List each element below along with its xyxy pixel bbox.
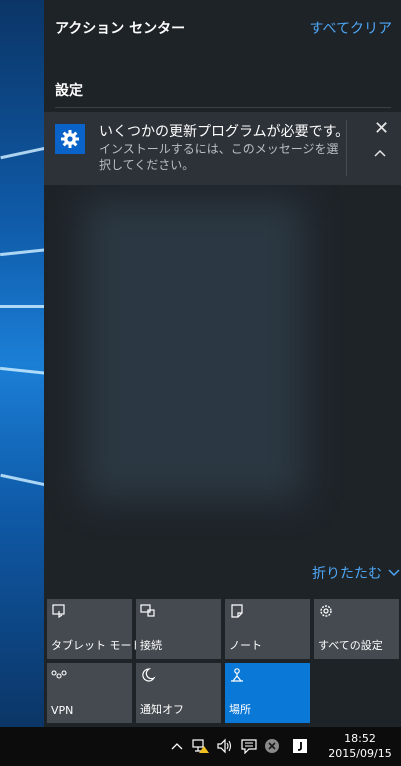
quick-action-vpn[interactable]: VPN xyxy=(47,663,132,723)
close-icon[interactable]: ✕ xyxy=(374,118,389,139)
wallpaper-beam xyxy=(0,143,44,160)
action-center-panel: アクション センター すべてクリア 設定 いくつかの更新プログラムが必要です。 … xyxy=(44,0,401,727)
panel-backdrop xyxy=(84,200,304,500)
chevron-up-icon[interactable] xyxy=(374,142,386,161)
quick-action-label: 通知オフ xyxy=(140,703,184,716)
quick-action-connect[interactable]: 接続 xyxy=(136,599,221,659)
note-icon xyxy=(231,604,243,618)
wallpaper-beam xyxy=(0,366,44,377)
close-circle-icon[interactable] xyxy=(264,737,280,755)
notification-card[interactable]: いくつかの更新プログラムが必要です。 インストールするには、このメッセージを選択… xyxy=(44,112,401,185)
quick-action-label: すべての設定 xyxy=(318,639,383,652)
wallpaper-beam xyxy=(0,246,44,257)
network-icon[interactable] xyxy=(192,737,210,755)
location-icon xyxy=(231,668,243,682)
desktop-background xyxy=(0,0,44,727)
connect-icon xyxy=(140,604,155,617)
gear-icon xyxy=(55,124,85,154)
quick-action-label: 接続 xyxy=(140,639,162,652)
taskbar: 18:52 2015/09/15 xyxy=(0,727,401,766)
tablet-mode-icon xyxy=(52,604,65,619)
quick-action-all-settings[interactable]: すべての設定 xyxy=(314,599,399,659)
clock-date: 2015/09/15 xyxy=(328,747,392,760)
collapse-label: 折りたたむ xyxy=(312,566,382,582)
vpn-icon xyxy=(51,670,67,679)
quick-action-quiet-hours[interactable]: 通知オフ xyxy=(136,663,221,723)
quick-action-tablet-mode[interactable]: タブレット モード xyxy=(47,599,143,659)
quick-action-note[interactable]: ノート xyxy=(225,599,310,659)
clear-all-link[interactable]: すべてクリア xyxy=(310,18,392,38)
notification-title: いくつかの更新プログラムが必要です。 xyxy=(99,124,350,140)
action-center-title: アクション センター xyxy=(55,21,186,37)
moon-icon xyxy=(142,668,156,682)
group-divider xyxy=(55,107,391,108)
chevron-up-icon[interactable] xyxy=(170,737,184,755)
wallpaper-beam xyxy=(0,473,44,490)
collapse-button[interactable]: 折りたたむ xyxy=(312,563,400,583)
clock-time: 18:52 xyxy=(344,732,376,745)
quick-action-label: タブレット モード xyxy=(51,639,143,652)
quick-action-label: 場所 xyxy=(229,703,251,716)
notification-body: インストールするには、このメッセージを選択してください。 xyxy=(99,142,339,172)
chevron-down-icon xyxy=(388,569,400,577)
quick-action-location[interactable]: 場所 xyxy=(225,663,310,723)
gear-icon xyxy=(320,605,332,617)
ime-icon[interactable] xyxy=(292,737,308,755)
taskbar-clock[interactable]: 18:52 2015/09/15 xyxy=(328,731,392,761)
volume-icon[interactable] xyxy=(216,737,234,755)
wallpaper-beam xyxy=(0,305,44,308)
notification-divider xyxy=(346,120,347,176)
notification-group-title: 設定 xyxy=(55,83,83,99)
action-center-icon[interactable] xyxy=(240,737,258,755)
quick-action-label: ノート xyxy=(229,639,262,652)
quick-action-label: VPN xyxy=(51,704,74,717)
